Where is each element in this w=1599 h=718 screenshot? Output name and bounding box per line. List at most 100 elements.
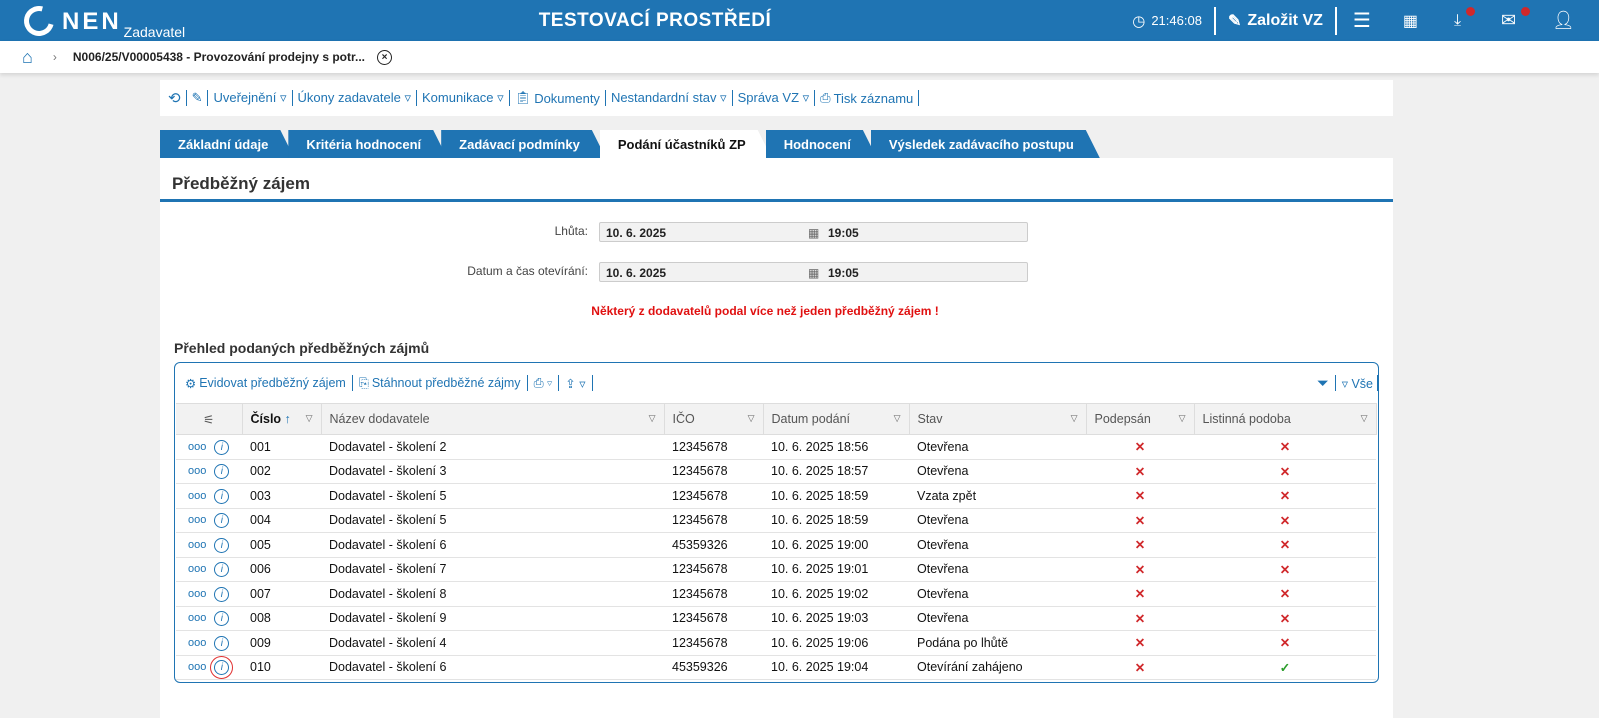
toolbar-actions[interactable]: Úkony zadavatele ▿ (298, 90, 411, 106)
more-options-icon[interactable]: ooo (188, 661, 206, 673)
column-header-signed[interactable]: Podepsán ▽ (1086, 403, 1195, 435)
tab-result[interactable]: Výsledek zadávacího postupu (871, 130, 1100, 158)
cell-number: 009 (242, 630, 321, 656)
info-icon[interactable]: i (214, 488, 230, 504)
cell-supplier-name: Dodavatel - školení 9 (321, 606, 664, 631)
close-icon[interactable]: × (377, 49, 392, 65)
info-icon[interactable]: i (214, 562, 230, 578)
filter-icon[interactable]: ▽ (748, 413, 755, 424)
tab-conditions[interactable]: Zadávací podmínky (441, 130, 606, 158)
user-icon[interactable]: 👤︎ (1536, 0, 1599, 41)
deadline-label: Lhůta: (554, 224, 588, 238)
more-options-icon[interactable]: ooo (188, 441, 206, 453)
cell-date: 10. 6. 2025 19:02 (763, 581, 909, 607)
sort-asc-icon[interactable]: ↑ (285, 412, 291, 426)
filter-icon[interactable]: ▽ (306, 413, 313, 424)
download-button[interactable]: Stáhnout předběžné zájmy (372, 376, 521, 390)
column-header-paper[interactable]: Listinná podoba ▽ (1194, 403, 1377, 435)
filter-icon[interactable]: ▽ (1179, 413, 1186, 424)
register-button[interactable]: Evidovat předběžný zájem (199, 376, 346, 390)
tab-criteria[interactable]: Kritéria hodnocení (288, 130, 447, 158)
more-options-icon[interactable]: ooo (188, 539, 206, 551)
table-row[interactable]: ooo i 003 Dodavatel - školení 5 12345678 … (176, 483, 1376, 509)
table-row[interactable]: ooo i 008 Dodavatel - školení 9 12345678 … (176, 606, 1376, 631)
info-icon[interactable]: i (210, 656, 234, 680)
column-label: Datum podání (771, 412, 851, 426)
table-row[interactable]: ooo i 007 Dodavatel - školení 8 12345678 … (176, 581, 1376, 607)
cell-ico: 12345678 (664, 581, 763, 607)
info-icon[interactable]: i (214, 513, 230, 529)
toolbar-documents[interactable]: Dokumenty (534, 91, 600, 106)
info-icon[interactable]: i (214, 439, 230, 455)
column-header-number[interactable]: Číslo ↑ ▽ (242, 403, 322, 435)
cross-icon: ✕ (1279, 562, 1291, 577)
cross-icon: ✕ (1134, 538, 1146, 553)
cell-date: 10. 6. 2025 18:59 (763, 483, 909, 509)
export-dropdown[interactable]: ⇪ ▿ (565, 376, 585, 391)
info-icon[interactable]: i (214, 537, 230, 553)
toolbar-publish[interactable]: Uveřejnění ▿ (213, 90, 286, 106)
opening-date: 10. 6. 2025 (606, 266, 667, 280)
cell-date: 10. 6. 2025 19:06 (763, 630, 909, 656)
mail-icon[interactable]: ✉ (1481, 0, 1536, 41)
print-dropdown[interactable]: ⎙ ▿ (534, 376, 553, 391)
toolbar-print[interactable]: Tisk záznamu (834, 91, 914, 106)
more-options-icon[interactable]: ooo (188, 514, 206, 526)
clock: ◷ 21:46:08 (1120, 0, 1214, 41)
calendar-icon[interactable]: ▦ (808, 226, 819, 240)
table-row[interactable]: ooo i 004 Dodavatel - školení 5 12345678 … (176, 508, 1376, 533)
calendar-icon[interactable]: ▦ (1387, 0, 1434, 41)
cross-icon: ✕ (1134, 489, 1146, 504)
column-header-date[interactable]: Datum podání ▽ (763, 403, 910, 435)
tab-basic-info[interactable]: Základní údaje (160, 130, 294, 158)
deadline-time: 19:05 (828, 226, 859, 240)
filter-icon[interactable]: ▽ (649, 413, 656, 424)
cross-icon: ✕ (1134, 636, 1146, 651)
more-options-icon[interactable]: ooo (188, 612, 206, 624)
column-label: IČO (672, 412, 695, 426)
edit-icon[interactable]: ✎ (192, 90, 203, 106)
home-icon[interactable]: ⌂ (22, 47, 33, 68)
calendar-icon[interactable]: ▦ (808, 266, 819, 280)
tab-evaluation[interactable]: Hodnocení (766, 130, 877, 158)
more-options-icon[interactable]: ooo (188, 637, 206, 649)
column-header-name[interactable]: Název dodavatele ▽ (321, 403, 665, 435)
tab-submissions[interactable]: Podání účastníků ZP (600, 130, 772, 158)
table-row[interactable]: ooo i 010 Dodavatel - školení 6 45359326 … (176, 655, 1376, 680)
column-header-state[interactable]: Stav ▽ (909, 403, 1087, 435)
menu-icon[interactable]: ☰ (1337, 0, 1387, 41)
info-icon[interactable]: i (214, 464, 230, 480)
deadline-date: 10. 6. 2025 (606, 226, 667, 240)
more-options-icon[interactable]: ooo (188, 563, 206, 575)
toolbar-nonstandard-state[interactable]: Nestandardní stav ▿ (611, 90, 727, 106)
create-vz-button[interactable]: ✎ Založit VZ (1216, 0, 1335, 41)
info-icon[interactable]: i (214, 586, 230, 602)
more-options-icon[interactable]: ooo (188, 465, 206, 477)
info-icon[interactable]: i (214, 611, 230, 627)
toolbar-communication[interactable]: Komunikace ▿ (422, 90, 504, 106)
column-header-ico[interactable]: IČO ▽ (664, 403, 764, 435)
cell-date: 10. 6. 2025 18:59 (763, 508, 909, 533)
cross-icon: ✕ (1134, 587, 1146, 602)
cross-icon: ✕ (1134, 464, 1146, 479)
refresh-icon[interactable]: ⟲ (168, 89, 181, 107)
breadcrumb-item[interactable]: N006/25/V00005438 - Provozování prodejny… (73, 50, 365, 64)
column-settings-icon[interactable]: ⚟ (176, 403, 243, 435)
table-row[interactable]: ooo i 006 Dodavatel - školení 7 12345678 … (176, 557, 1376, 582)
table-row[interactable]: ooo i 001 Dodavatel - školení 2 12345678 … (176, 434, 1376, 460)
filter-icon[interactable]: ▽ (1361, 413, 1368, 424)
opening-field[interactable]: 10. 6. 2025 ▦ 19:05 (599, 262, 1028, 282)
more-options-icon[interactable]: ooo (188, 490, 206, 502)
filter-icon[interactable]: ▽ (894, 413, 901, 424)
filter-icon[interactable]: ⏷ (1317, 375, 1329, 392)
info-icon[interactable]: i (214, 635, 230, 651)
table-row[interactable]: ooo i 005 Dodavatel - školení 6 45359326 … (176, 532, 1376, 558)
download-icon[interactable]: ⤓ (1434, 0, 1481, 41)
more-options-icon[interactable]: ooo (188, 588, 206, 600)
filter-icon[interactable]: ▽ (1071, 413, 1078, 424)
table-row[interactable]: ooo i 009 Dodavatel - školení 4 12345678 … (176, 630, 1376, 656)
table-row[interactable]: ooo i 002 Dodavatel - školení 3 12345678 … (176, 459, 1376, 484)
deadline-field[interactable]: 10. 6. 2025 ▦ 19:05 (599, 222, 1028, 242)
filter-all-dropdown[interactable]: ▿ Vše (1342, 376, 1373, 391)
toolbar-vz-admin[interactable]: Správa VZ ▿ (738, 90, 810, 106)
